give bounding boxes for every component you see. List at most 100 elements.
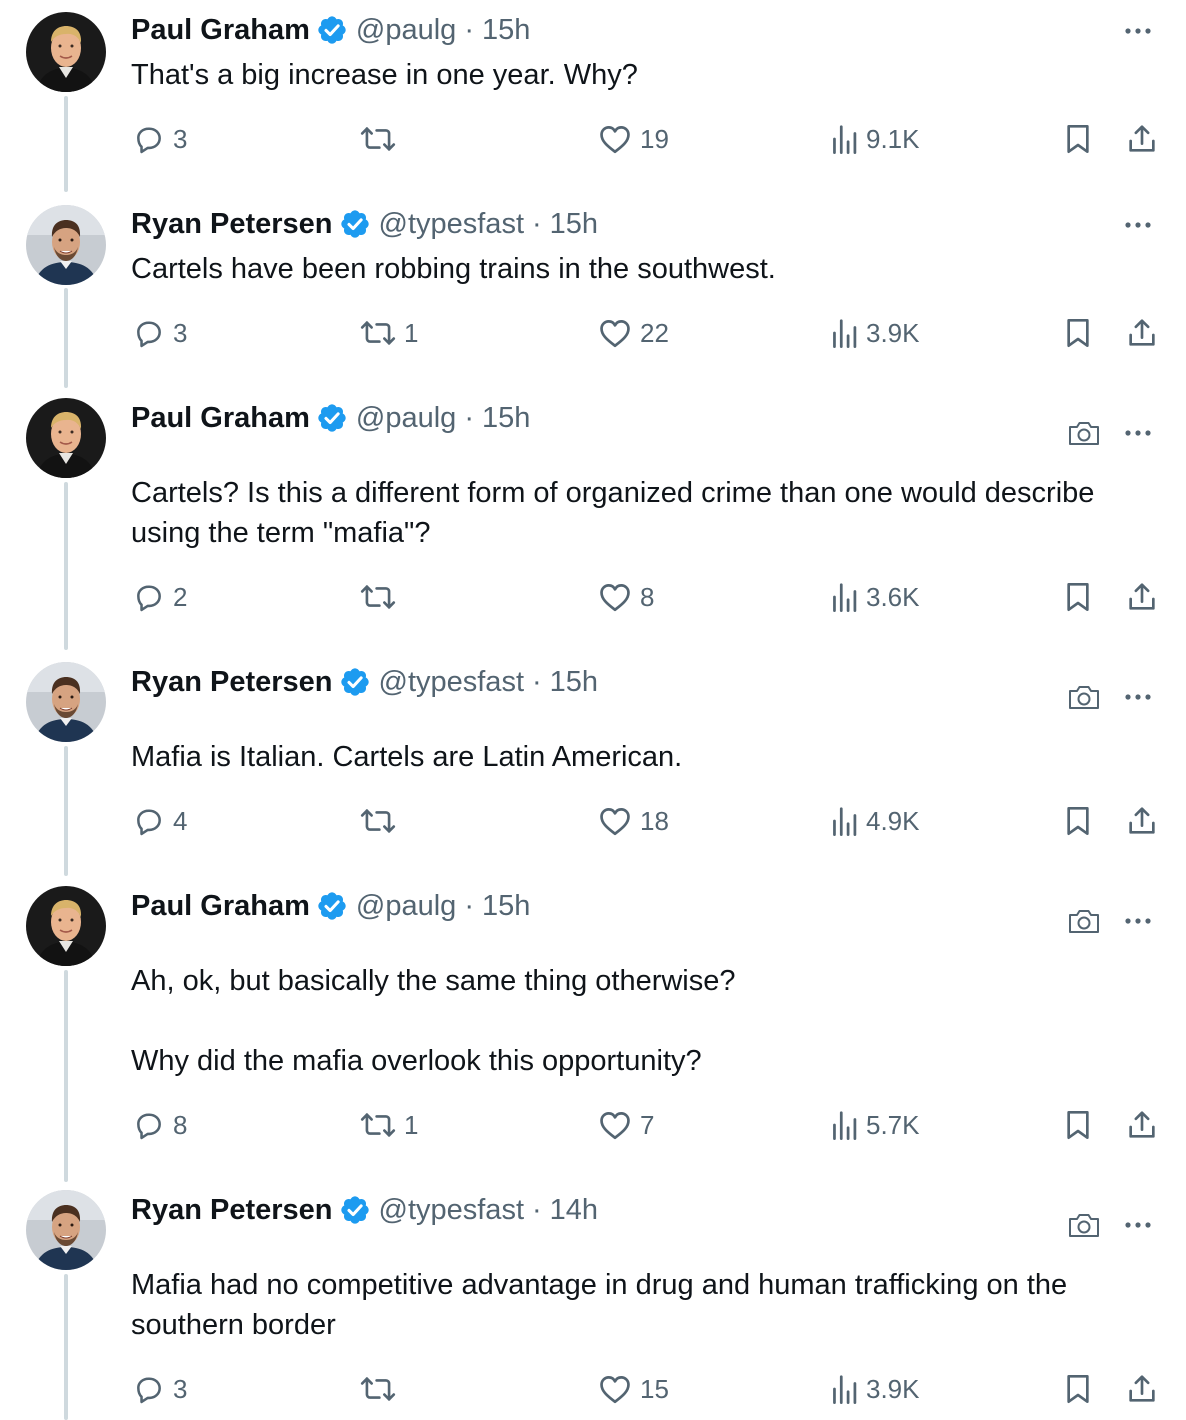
- repost-button[interactable]: [360, 117, 404, 161]
- bookmark-button[interactable]: [1064, 117, 1092, 161]
- reply-button[interactable]: 4: [133, 799, 187, 843]
- timestamp[interactable]: 14h: [550, 1194, 598, 1227]
- separator-dot: ·: [464, 13, 474, 46]
- avatar[interactable]: [26, 398, 106, 478]
- author-name[interactable]: Paul Graham: [131, 890, 310, 923]
- more-icon[interactable]: [1118, 16, 1158, 46]
- author-handle[interactable]: @paulg: [356, 14, 456, 47]
- reply-icon: [133, 1373, 165, 1405]
- like-count: 8: [640, 581, 655, 612]
- views-button[interactable]: 3.9K: [830, 1367, 920, 1411]
- author-handle[interactable]: @typesfast: [379, 208, 525, 241]
- avatar[interactable]: [26, 1190, 106, 1270]
- repost-button[interactable]: [360, 799, 404, 843]
- avatar[interactable]: [26, 886, 106, 966]
- more-icon[interactable]: [1118, 418, 1158, 448]
- views-icon: [830, 806, 858, 836]
- bookmark-button[interactable]: [1064, 311, 1092, 355]
- share-button[interactable]: [1126, 311, 1158, 355]
- tweet-header: Ryan Petersen @typesfast · 15h: [131, 204, 598, 244]
- bookmark-button[interactable]: [1064, 1367, 1092, 1411]
- share-button[interactable]: [1126, 117, 1158, 161]
- author-name[interactable]: Ryan Petersen: [131, 666, 333, 699]
- author-handle[interactable]: @paulg: [356, 890, 456, 923]
- repost-icon: [360, 317, 396, 349]
- more-icon[interactable]: [1118, 906, 1158, 936]
- more-icon[interactable]: [1118, 1210, 1158, 1240]
- repost-button[interactable]: [360, 575, 404, 619]
- tweet-text: Cartels have been robbing trains in the …: [131, 253, 776, 285]
- views-count: 4.9K: [866, 805, 920, 836]
- timestamp[interactable]: 15h: [482, 14, 530, 47]
- share-button[interactable]: [1126, 1367, 1158, 1411]
- verified-badge-icon: [339, 208, 371, 240]
- like-button[interactable]: 18: [598, 799, 669, 843]
- like-icon: [598, 123, 632, 155]
- like-button[interactable]: 7: [598, 1103, 654, 1147]
- timestamp[interactable]: 15h: [550, 208, 598, 241]
- views-count: 9.1K: [866, 123, 920, 154]
- reply-count: 8: [173, 1109, 188, 1140]
- more-icon[interactable]: [1118, 682, 1158, 712]
- reply-button[interactable]: 8: [133, 1103, 187, 1147]
- reply-button[interactable]: 2: [133, 575, 187, 619]
- bookmark-button[interactable]: [1064, 1103, 1092, 1147]
- camera-icon[interactable]: [1066, 682, 1102, 712]
- author-handle[interactable]: @paulg: [356, 402, 456, 435]
- views-button[interactable]: 3.9K: [830, 311, 920, 355]
- like-icon: [598, 581, 632, 613]
- avatar[interactable]: [26, 205, 106, 285]
- share-button[interactable]: [1126, 1103, 1158, 1147]
- share-icon: [1126, 317, 1158, 349]
- share-button[interactable]: [1126, 799, 1158, 843]
- share-button[interactable]: [1126, 575, 1158, 619]
- views-button[interactable]: 9.1K: [830, 117, 920, 161]
- camera-icon[interactable]: [1066, 418, 1102, 448]
- avatar[interactable]: [26, 662, 106, 742]
- like-count: 15: [640, 1373, 669, 1404]
- author-handle[interactable]: @typesfast: [379, 1194, 525, 1227]
- like-button[interactable]: 15: [598, 1367, 669, 1411]
- repost-button[interactable]: [360, 1367, 404, 1411]
- avatar[interactable]: [26, 12, 106, 92]
- camera-icon[interactable]: [1066, 906, 1102, 936]
- share-icon: [1126, 1109, 1158, 1141]
- reply-button[interactable]: 3: [133, 117, 187, 161]
- views-count: 5.7K: [866, 1109, 920, 1140]
- repost-icon: [360, 123, 396, 155]
- repost-button[interactable]: 1: [360, 311, 418, 355]
- reply-icon: [133, 317, 165, 349]
- timestamp[interactable]: 15h: [482, 890, 530, 923]
- like-button[interactable]: 22: [598, 311, 669, 355]
- author-name[interactable]: Ryan Petersen: [131, 208, 333, 241]
- verified-badge-icon: [316, 402, 348, 434]
- author-name[interactable]: Paul Graham: [131, 14, 310, 47]
- reply-count: 3: [173, 317, 188, 348]
- views-button[interactable]: 3.6K: [830, 575, 920, 619]
- timestamp[interactable]: 15h: [550, 666, 598, 699]
- repost-icon: [360, 1373, 396, 1405]
- author-name[interactable]: Paul Graham: [131, 402, 310, 435]
- reply-count: 3: [173, 123, 188, 154]
- reply-button[interactable]: 3: [133, 1367, 187, 1411]
- repost-count: 1: [404, 317, 419, 348]
- reply-button[interactable]: 3: [133, 311, 187, 355]
- reply-icon: [133, 1109, 165, 1141]
- separator-dot: ·: [464, 401, 474, 434]
- tweet-text: Ah, ok, but basically the same thing oth…: [131, 965, 736, 1077]
- more-icon[interactable]: [1118, 210, 1158, 240]
- views-button[interactable]: 4.9K: [830, 799, 920, 843]
- author-handle[interactable]: @typesfast: [379, 666, 525, 699]
- bookmark-button[interactable]: [1064, 575, 1092, 619]
- camera-icon[interactable]: [1066, 1210, 1102, 1240]
- author-name[interactable]: Ryan Petersen: [131, 1194, 333, 1227]
- bookmark-icon: [1064, 123, 1092, 155]
- like-button[interactable]: 19: [598, 117, 669, 161]
- like-count: 7: [640, 1109, 655, 1140]
- like-button[interactable]: 8: [598, 575, 654, 619]
- views-button[interactable]: 5.7K: [830, 1103, 920, 1147]
- tweet-header: Paul Graham @paulg · 15h: [131, 10, 530, 50]
- repost-button[interactable]: 1: [360, 1103, 418, 1147]
- timestamp[interactable]: 15h: [482, 402, 530, 435]
- bookmark-button[interactable]: [1064, 799, 1092, 843]
